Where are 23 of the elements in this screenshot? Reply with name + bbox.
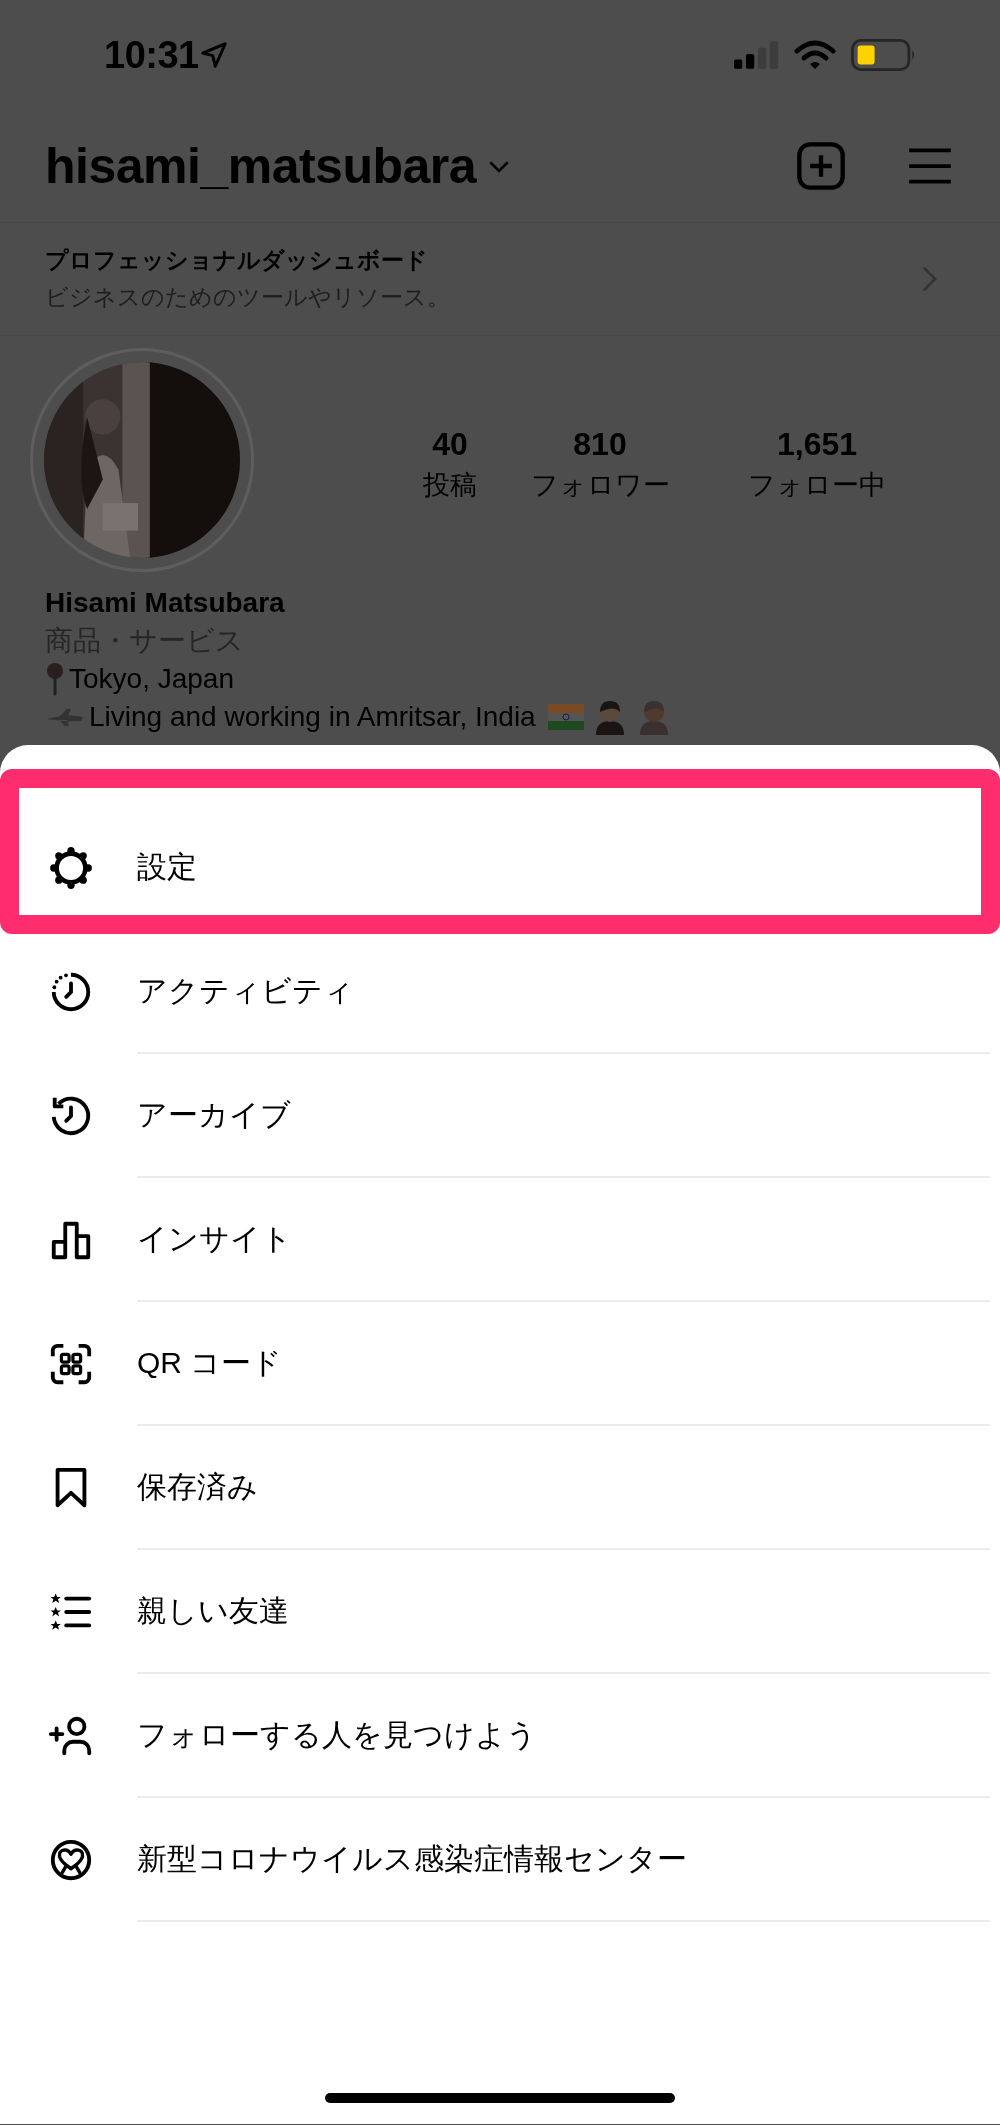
avatar-ring[interactable] [30, 348, 254, 572]
menu-item[interactable]: アクティビティ [0, 930, 1000, 1054]
cellular-signal-icon [734, 41, 780, 69]
clock-time: 10:31 [104, 33, 199, 77]
menu-item[interactable]: 設定 [0, 806, 1000, 930]
menu-item[interactable]: アーカイブ [0, 1054, 1000, 1178]
qr-code-icon [48, 1341, 94, 1387]
menu-item[interactable]: 保存済み [0, 1426, 1000, 1550]
location-arrow-icon [198, 40, 229, 70]
settings-icon [48, 845, 94, 891]
add-post-icon[interactable] [795, 140, 847, 192]
flag-icon [547, 704, 584, 730]
menu-item[interactable]: QR コード [0, 1302, 1000, 1426]
wifi-icon [794, 40, 836, 70]
bio-line: Living and working in Amritsar, India [89, 701, 536, 733]
menu-item[interactable]: インサイト [0, 1178, 1000, 1302]
bio-line: Tokyo, Japan [69, 663, 234, 695]
heart-circle-icon [48, 1837, 94, 1883]
menu-item[interactable]: 親しい友達 [0, 1550, 1000, 1674]
pin-icon [45, 662, 65, 696]
profile-name: Hisami Matsubara [45, 587, 285, 619]
menu-item[interactable]: フォローする人を見つけよう [0, 1674, 1000, 1798]
menu-item[interactable]: 新型コロナウイルス感染症情報センター [0, 1798, 1000, 1922]
